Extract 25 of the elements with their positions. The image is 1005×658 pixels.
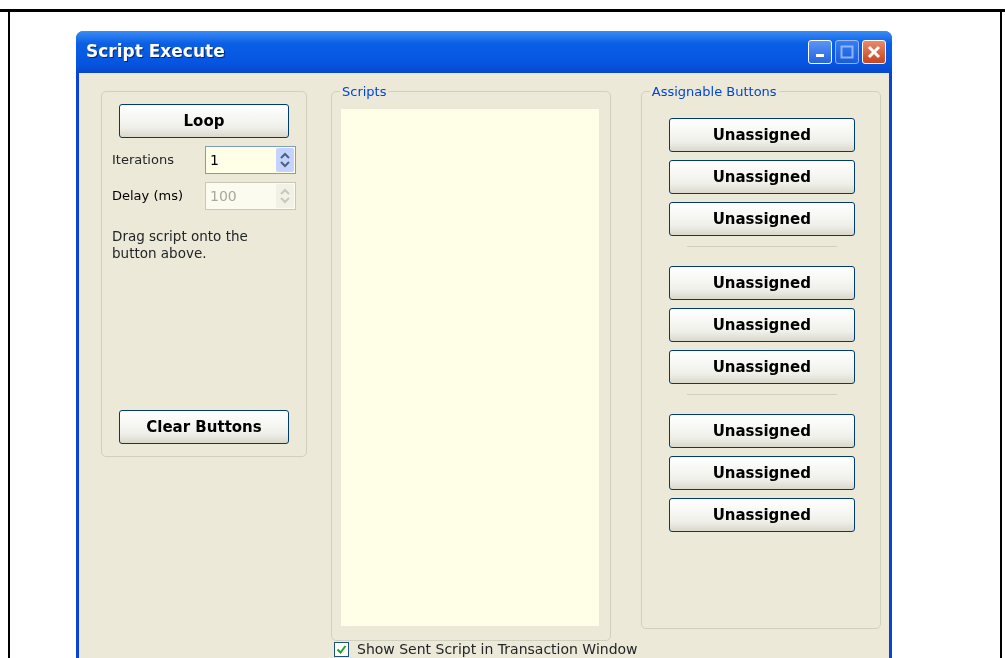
- maximize-button[interactable]: [835, 40, 859, 64]
- field-label: Iterations: [112, 151, 175, 170]
- assignable-button[interactable]: Unassigned: [668, 498, 855, 532]
- assignable-button[interactable]: Unassigned: [668, 308, 855, 342]
- loop-button[interactable]: Loop: [119, 104, 289, 138]
- close-button[interactable]: [862, 40, 886, 64]
- assignable-button[interactable]: Unassigned: [668, 456, 855, 490]
- close-icon: [867, 45, 881, 59]
- spin-box[interactable]: 1: [205, 146, 296, 174]
- minimize-icon: [816, 54, 824, 57]
- assignable-button[interactable]: Unassigned: [668, 414, 855, 448]
- checkbox[interactable]: [334, 642, 349, 657]
- field-label: Delay (ms): [112, 187, 184, 206]
- maximize-icon: [840, 45, 854, 59]
- assignable-button[interactable]: Unassigned: [668, 118, 855, 152]
- hint-text: Drag script onto the button above.: [112, 228, 249, 262]
- minimize-button[interactable]: [808, 40, 832, 64]
- window-title: Script Execute: [86, 40, 226, 64]
- assignable-button[interactable]: Unassigned: [668, 202, 855, 236]
- assignable-button[interactable]: Unassigned: [668, 266, 855, 300]
- clear-buttons-button[interactable]: Clear Buttons: [119, 410, 289, 444]
- checkbox-label: Show Sent Script in Transaction Window: [357, 640, 638, 658]
- assignable-button[interactable]: Unassigned: [668, 160, 855, 194]
- spin-arrows-icon[interactable]: [276, 148, 294, 172]
- assignable-button[interactable]: Unassigned: [668, 350, 855, 384]
